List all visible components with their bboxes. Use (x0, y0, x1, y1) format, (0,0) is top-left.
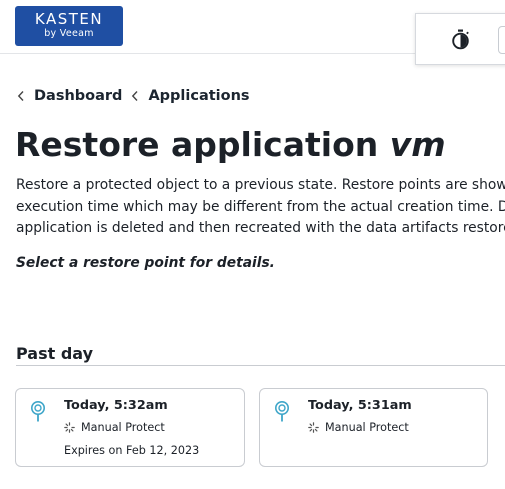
restore-point-policy-label: Manual Protect (81, 421, 165, 434)
breadcrumb-applications[interactable]: Applications (148, 88, 249, 104)
chevron-left-icon (132, 91, 138, 101)
page-title: Restore application vm (15, 124, 446, 166)
header-search-field[interactable] (498, 26, 505, 54)
page-description: Restore a protected object to a previous… (16, 175, 505, 240)
logo-main-text: KASTEN (34, 10, 104, 28)
section-title-past-day: Past day (16, 344, 94, 363)
restore-point-hint: Select a restore point for details. (16, 255, 275, 271)
map-pin-icon (275, 401, 289, 422)
page: KASTEN by Veeam Dashboard Applications R… (0, 0, 505, 489)
header-toolbar (415, 13, 505, 65)
section-divider (16, 365, 505, 366)
logo-sub-text: by Veeam (44, 28, 94, 39)
restore-point-card[interactable]: Today, 5:32am Manual Protect Expires on … (15, 388, 245, 467)
description-line: Restore a protected object to a previous… (16, 177, 505, 193)
breadcrumb-dashboard[interactable]: Dashboard (34, 88, 122, 104)
top-header: KASTEN by Veeam (0, 0, 505, 65)
restore-point-time: Today, 5:32am (64, 398, 168, 413)
spark-icon (308, 422, 319, 433)
page-title-prefix: Restore application (15, 125, 390, 164)
spark-icon (64, 422, 75, 433)
restore-point-policy: Manual Protect (64, 421, 165, 434)
restore-point-policy-label: Manual Protect (325, 421, 409, 434)
restore-point-card[interactable]: Today, 5:31am Manual Protect (259, 388, 488, 467)
page-title-app-name: vm (389, 125, 446, 164)
restore-point-policy: Manual Protect (308, 421, 409, 434)
breadcrumb: Dashboard Applications (17, 86, 250, 106)
kasten-logo[interactable]: KASTEN by Veeam (15, 6, 123, 46)
map-pin-icon (31, 401, 45, 422)
restore-point-time: Today, 5:31am (308, 398, 412, 413)
stopwatch-icon[interactable] (451, 29, 470, 50)
chevron-left-icon (17, 91, 24, 101)
description-line: application is deleted and then recreate… (16, 220, 505, 236)
description-line: execution time which may be different fr… (16, 198, 505, 215)
restore-point-expiry: Expires on Feb 12, 2023 (64, 444, 200, 457)
